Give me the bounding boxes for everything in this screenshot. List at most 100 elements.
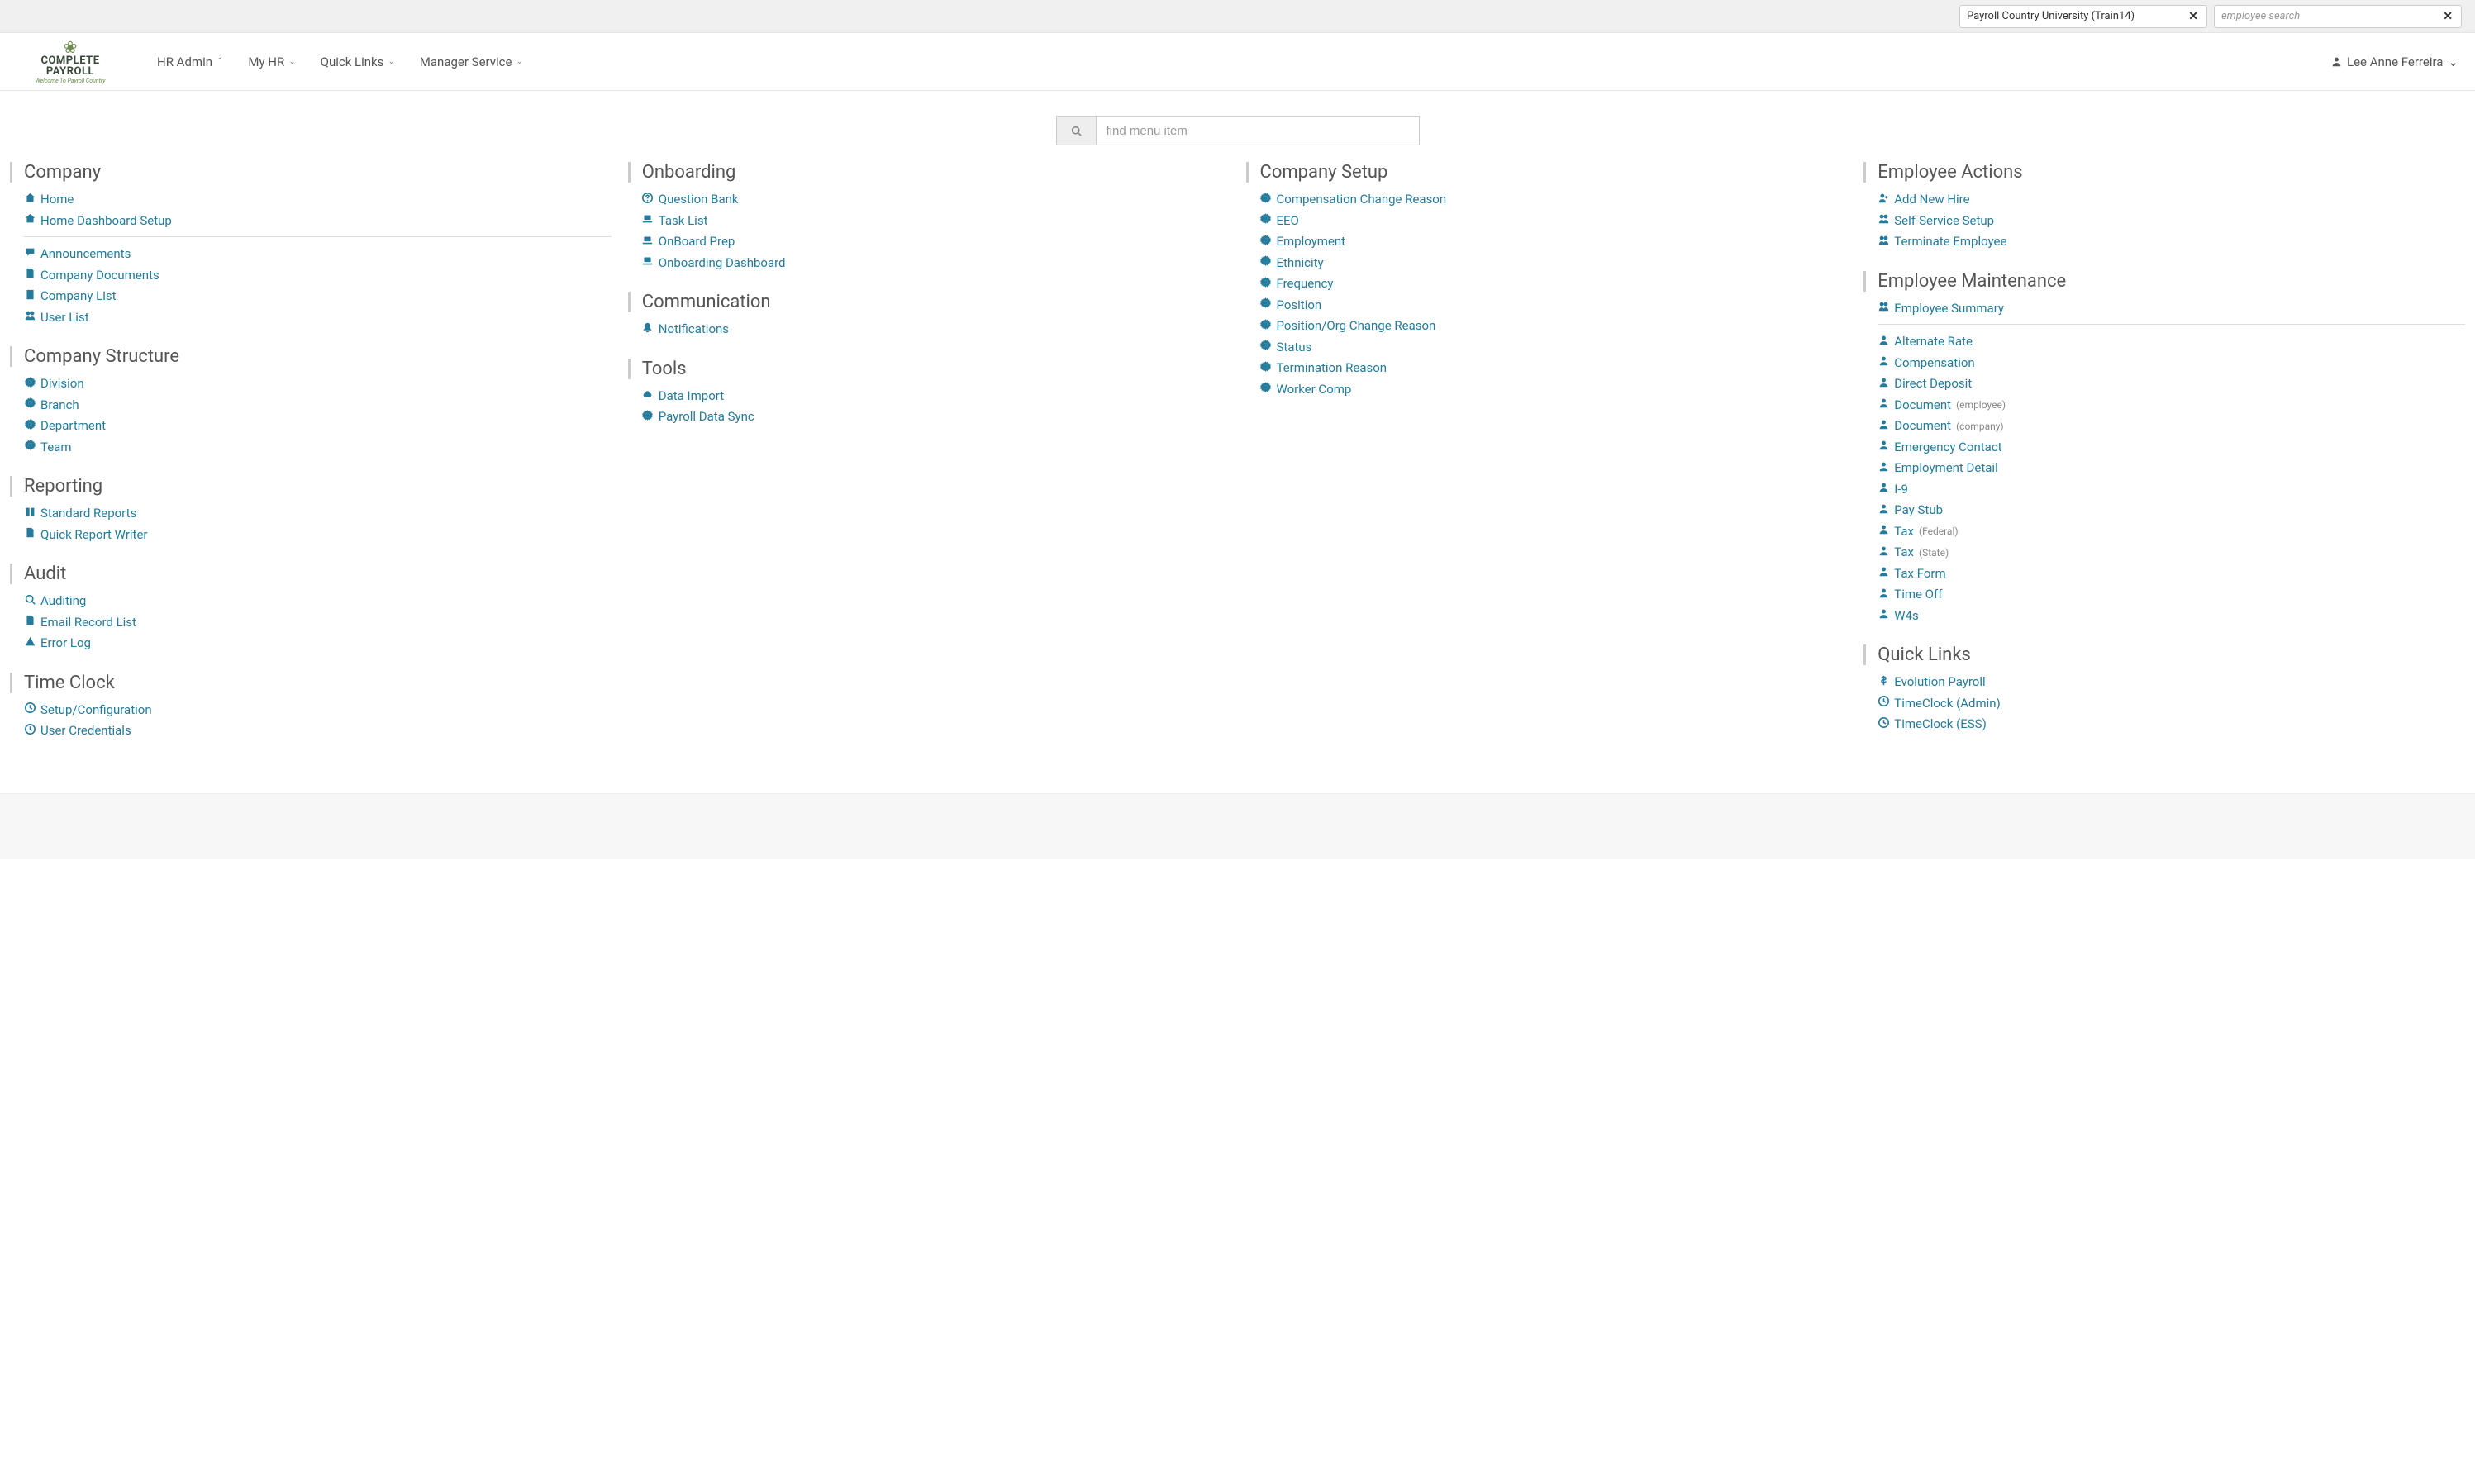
menu-item[interactable]: Ethnicity (1260, 253, 1848, 274)
menu-label: TimeClock (Admin) (1894, 693, 2001, 715)
menu-user-list[interactable]: User List (24, 307, 612, 329)
section-title: Audit (24, 564, 612, 584)
menu-label: Frequency (1277, 273, 1334, 295)
clear-employee-icon[interactable]: ✕ (2441, 10, 2454, 23)
menu-sublabel: (State) (1919, 545, 1949, 561)
menu-item[interactable]: Tax(Federal) (1878, 521, 2465, 543)
section-title: Onboarding (642, 162, 1230, 183)
menu-evolution-payroll[interactable]: Evolution Payroll (1878, 672, 2465, 693)
menu-item[interactable]: Time Off (1878, 584, 2465, 606)
clear-company-icon[interactable]: ✕ (2187, 10, 2200, 23)
menu-item[interactable]: Document(employee) (1878, 395, 2465, 416)
menu-error-log[interactable]: Error Log (24, 633, 612, 654)
menu-item[interactable]: Division (24, 373, 612, 395)
laptop-icon (642, 254, 654, 272)
menu-label: Termination Reason (1277, 358, 1387, 379)
menu-user-credentials[interactable]: User Credentials (24, 721, 612, 742)
find-button[interactable] (1056, 116, 1096, 145)
menu-item[interactable]: Alternate Rate (1878, 331, 2465, 353)
menu-item[interactable]: Document(company) (1878, 416, 2465, 437)
menu-item[interactable]: Branch (24, 395, 612, 416)
chevron-up-icon: ⌃ (217, 57, 223, 66)
nav-hr-admin[interactable]: HR Admin ⌃ (157, 55, 223, 69)
clock-icon (24, 722, 36, 740)
find-group (1056, 116, 1420, 145)
menu-item[interactable]: Direct Deposit (1878, 373, 2465, 395)
gear-icon (1260, 338, 1272, 356)
menu-announcements[interactable]: Announcements (24, 244, 612, 265)
menu-notifications[interactable]: Notifications (642, 319, 1230, 340)
users-icon (1878, 299, 1889, 317)
menu-item[interactable]: Status (1260, 337, 1848, 359)
section-title: Employee Maintenance (1878, 271, 2465, 292)
menu-item[interactable]: I-9 (1878, 479, 2465, 501)
find-menu-input[interactable] (1096, 116, 1420, 145)
menu-item[interactable]: Emergency Contact (1878, 437, 2465, 459)
menu-label: Tax (1894, 521, 1914, 543)
menu-item[interactable]: Employment (1260, 231, 1848, 253)
menu-company-documents[interactable]: Company Documents (24, 265, 612, 287)
user-icon (1878, 564, 1889, 583)
search-icon (1071, 126, 1082, 136)
menu-onboard-prep[interactable]: OnBoard Prep (642, 231, 1230, 253)
gear-icon (24, 417, 36, 435)
menu-item[interactable]: Compensation (1878, 353, 2465, 374)
laptop-icon (642, 212, 654, 230)
menu-terminate-employee[interactable]: Terminate Employee (1878, 231, 2465, 253)
menu-item[interactable]: Termination Reason (1260, 358, 1848, 379)
menu-label: W4s (1894, 606, 1918, 627)
menu-label: Terminate Employee (1894, 231, 2006, 253)
menu-item[interactable]: Pay Stub (1878, 500, 2465, 521)
cloud-icon (642, 387, 654, 405)
menu-employee-summary[interactable]: Employee Summary (1878, 298, 2465, 320)
menu-sublabel: (employee) (1956, 397, 2006, 413)
company-search[interactable]: Payroll Country University (Train14) ✕ (1959, 5, 2207, 28)
menu-quick-report-writer[interactable]: Quick Report Writer (24, 525, 612, 546)
brand-tagline: Welcome To Payroll Country (36, 78, 106, 84)
home-icon (24, 212, 36, 230)
menu-standard-reports[interactable]: Standard Reports (24, 503, 612, 525)
nav-my-hr[interactable]: My HR ⌄ (248, 55, 295, 69)
menu-label: Pay Stub (1894, 500, 1943, 521)
menu-item[interactable]: W4s (1878, 606, 2465, 627)
menu-home-dashboard-setup[interactable]: Home Dashboard Setup (24, 211, 612, 232)
menu-self-service-setup[interactable]: Self-Service Setup (1878, 211, 2465, 232)
menu-onboarding-dashboard[interactable]: Onboarding Dashboard (642, 253, 1230, 274)
menu-timeclock-ess[interactable]: TimeClock (ESS) (1878, 714, 2465, 735)
menu-item[interactable]: Tax Form (1878, 564, 2465, 585)
nav-quick-links[interactable]: Quick Links ⌄ (321, 55, 395, 69)
menu-label: EEO (1277, 211, 1299, 232)
menu-label: Tax Form (1894, 564, 1945, 585)
user-icon (1878, 354, 1889, 372)
menu-add-new-hire[interactable]: Add New Hire (1878, 189, 2465, 211)
menu-auditing[interactable]: Auditing (24, 591, 612, 612)
menu-item[interactable]: Worker Comp (1260, 379, 1848, 401)
menu-timeclock-admin[interactable]: TimeClock (Admin) (1878, 693, 2465, 715)
menu-question-bank[interactable]: Question Bank (642, 189, 1230, 211)
user-icon (1878, 396, 1889, 414)
menu-label: Self-Service Setup (1894, 211, 1994, 232)
menu-label: Company List (40, 286, 117, 307)
menu-payroll-data-sync[interactable]: Payroll Data Sync (642, 407, 1230, 428)
menu-item[interactable]: Compensation Change Reason (1260, 189, 1848, 211)
user-menu[interactable]: Lee Anne Ferreira ⌄ (2331, 55, 2458, 69)
menu-item[interactable]: Team (24, 437, 612, 459)
menu-item[interactable]: Employment Detail (1878, 458, 2465, 479)
menu-item[interactable]: Tax(State) (1878, 542, 2465, 564)
menu-item[interactable]: Position/Org Change Reason (1260, 316, 1848, 337)
menu-item[interactable]: EEO (1260, 211, 1848, 232)
menu-email-record-list[interactable]: Email Record List (24, 612, 612, 634)
menu-setup-configuration[interactable]: Setup/Configuration (24, 700, 612, 721)
zoom-icon (24, 592, 36, 611)
brand-logo[interactable]: ❀ COMPLETE PAYROLL Welcome To Payroll Co… (17, 39, 124, 84)
menu-task-list[interactable]: Task List (642, 211, 1230, 232)
user-icon (1878, 375, 1889, 393)
menu-data-import[interactable]: Data Import (642, 386, 1230, 407)
nav-manager-service[interactable]: Manager Service ⌄ (420, 55, 523, 69)
menu-item[interactable]: Frequency (1260, 273, 1848, 295)
menu-home[interactable]: Home (24, 189, 612, 211)
menu-item[interactable]: Department (24, 416, 612, 437)
employee-search[interactable]: employee search ✕ (2214, 5, 2462, 28)
menu-item[interactable]: Position (1260, 295, 1848, 316)
menu-company-list[interactable]: Company List (24, 286, 612, 307)
